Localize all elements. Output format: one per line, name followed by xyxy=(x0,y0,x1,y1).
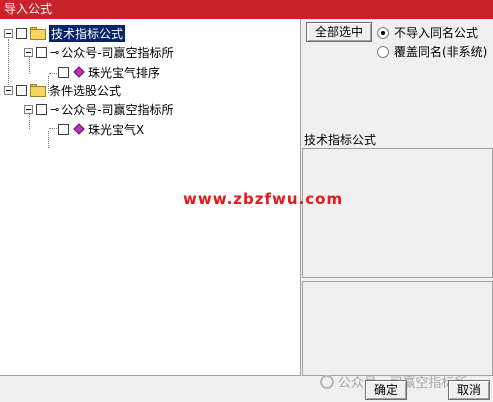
tree-node-author-1[interactable]: ⊸ 公众号-司赢空指标所 xyxy=(24,43,174,61)
radio-no-import[interactable]: 不导入同名公式 xyxy=(377,24,478,41)
tree-node-author-2[interactable]: ⊸ 公众号-司赢空指标所 xyxy=(24,100,174,118)
formula-detail-box xyxy=(302,281,493,376)
radio-overwrite[interactable]: 覆盖同名(非系统) xyxy=(377,43,487,60)
cancel-button[interactable]: 取消 xyxy=(448,380,490,400)
group-1-label[interactable]: 技术指标公式 xyxy=(49,24,126,42)
group-2-checkbox[interactable] xyxy=(16,84,27,96)
radio-overwrite-label: 覆盖同名(非系统) xyxy=(394,45,488,59)
tree-node-formula-1[interactable]: 珠光宝气排序 xyxy=(58,63,160,81)
collapse-toggle-icon[interactable] xyxy=(4,85,13,95)
radio-no-import-label: 不导入同名公式 xyxy=(394,26,479,40)
key-icon: ⊸ xyxy=(50,102,59,116)
collapse-toggle-icon[interactable] xyxy=(24,104,33,114)
tree-node-group-1[interactable]: 技术指标公式 xyxy=(4,24,126,42)
folder-icon xyxy=(30,83,46,97)
tree-node-group-2[interactable]: 条件选股公式 xyxy=(4,81,121,99)
tree-connector xyxy=(48,131,49,148)
formula-2-checkbox[interactable] xyxy=(58,123,69,135)
author-2-label[interactable]: 公众号-司赢空指标所 xyxy=(61,101,173,118)
author-1-checkbox[interactable] xyxy=(36,46,47,58)
formula-description-box xyxy=(302,148,493,278)
formula-1-label[interactable]: 珠光宝气排序 xyxy=(88,64,160,81)
collapse-toggle-icon[interactable] xyxy=(4,28,13,38)
group-1-checkbox[interactable] xyxy=(16,27,27,39)
watermark-url: www.zbzfwu.com xyxy=(183,190,344,208)
formula-2-label[interactable]: 珠光宝气X xyxy=(88,121,144,138)
folder-icon xyxy=(30,26,46,40)
formula-diamond-icon xyxy=(73,66,85,78)
collapse-toggle-icon[interactable] xyxy=(24,47,33,57)
group-2-label[interactable]: 条件选股公式 xyxy=(49,82,121,99)
author-2-checkbox[interactable] xyxy=(36,103,47,115)
window-title: 导入公式 xyxy=(0,0,493,19)
key-icon: ⊸ xyxy=(50,45,59,59)
formula-diamond-icon xyxy=(73,123,85,135)
formula-1-checkbox[interactable] xyxy=(58,66,69,78)
author-1-label[interactable]: 公众号-司赢空指标所 xyxy=(61,44,173,61)
wechat-logo-icon xyxy=(320,375,334,389)
radio-no-import-dot[interactable] xyxy=(377,26,389,39)
select-all-button[interactable]: 全部选中 xyxy=(306,22,372,42)
ok-button[interactable]: 确定 xyxy=(365,380,407,400)
info-label: 技术指标公式 xyxy=(304,133,377,147)
tree-node-formula-2[interactable]: 珠光宝气X xyxy=(58,120,144,138)
radio-overwrite-dot[interactable] xyxy=(377,45,389,58)
